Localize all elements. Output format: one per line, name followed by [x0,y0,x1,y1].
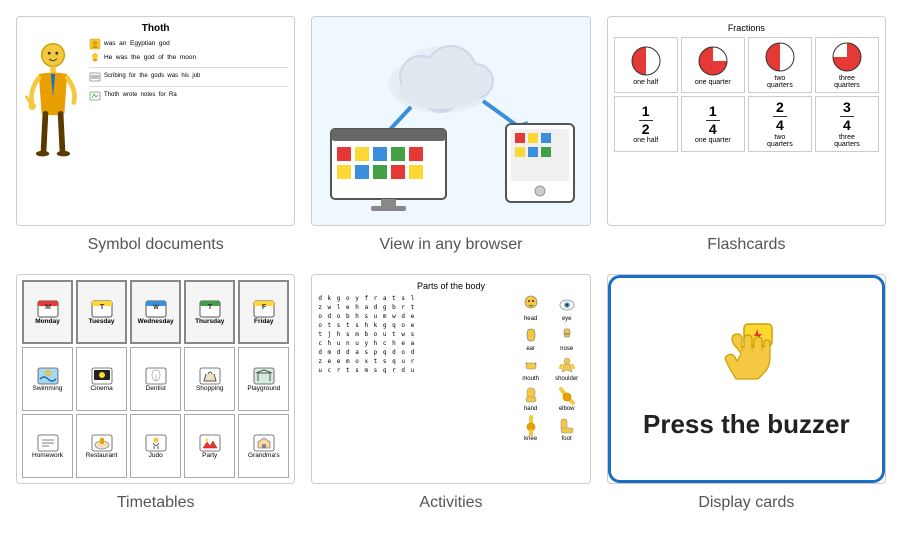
tt-cell-dentist: Dentist [130,347,181,411]
svg-text:W: W [153,305,159,311]
card-flashcards[interactable]: Fractions one half [607,16,886,254]
tt-cell-cinema: Cinema [76,347,127,411]
tt-cell-shopping: Shopping [184,347,235,411]
tt-cell-playground: Playground [238,347,289,411]
act-title: Parts of the body [318,281,583,291]
card-display-cards-image: Press the buzzer [607,274,886,484]
main-grid: Thoth [16,16,886,512]
fc-cell-half-num: 1 2 one half [614,96,678,152]
tt-cell-judo: Judo [130,414,181,478]
card-symbol-documents[interactable]: Thoth [16,16,295,254]
tt-cell-restaurant: Restaurant [76,414,127,478]
tt-header-thursday: T Thursday [184,280,235,344]
card-activities[interactable]: Parts of the body d k g o y f r a t s l … [311,274,590,512]
fc-cell-quarter-num: 1 4 one quarter [681,96,745,152]
tt-header-monday: M Monday [22,280,73,344]
fc-cell-three-quarters-num: 3 4 threequarters [815,96,879,152]
card-view-browser[interactable]: View in any browser [311,16,590,254]
wordsearch-grid: d k g o y f r a t s l z w l e h a d g b … [318,294,509,442]
buzzer-text: Press the buzzer [643,409,850,440]
card-symbol-documents-image: Thoth [16,16,295,226]
svg-text:F: F [262,304,267,311]
card-symbol-documents-label: Symbol documents [88,236,224,254]
fc-cell-two-quarters: twoquarters [748,37,812,93]
card-view-browser-label: View in any browser [380,236,523,254]
card-display-cards[interactable]: Press the buzzer Display cards [607,274,886,512]
tt-cell-swimming: Swimming [22,347,73,411]
card-view-browser-image [311,16,590,226]
tt-header-friday: F Friday [238,280,289,344]
card-activities-image: Parts of the body d k g o y f r a t s l … [311,274,590,484]
card-timetables[interactable]: M Monday T Tuesday W Wednesday T Thursda… [16,274,295,512]
fc-rows: one half one quarter [614,37,879,152]
tt-header-wednesday: W Wednesday [130,280,181,344]
person-figure-icon [23,38,83,218]
card-flashcards-label: Flashcards [707,236,785,254]
sym-doc-title: Thoth [23,23,288,34]
card-display-cards-label: Display cards [698,494,794,512]
card-timetables-label: Timetables [117,494,195,512]
tt-header-tuesday: T Tuesday [76,280,127,344]
card-flashcards-image: Fractions one half [607,16,886,226]
svg-text:T: T [208,304,213,311]
card-activities-label: Activities [419,494,482,512]
buzzer-hand-icon [706,319,786,399]
card-timetables-image: M Monday T Tuesday W Wednesday T Thursda… [16,274,295,484]
fc-cell-two-quarters-num: 2 4 twoquarters [748,96,812,152]
fc-cell-one-quarter: one quarter [681,37,745,93]
fc-title: Fractions [614,23,879,33]
body-parts-grid: head eye ear nose [514,294,584,442]
svg-text:T: T [99,304,104,311]
svg-text:M: M [45,304,51,311]
tt-cell-homework: Homework [22,414,73,478]
sym-text-content: was an Egyptian god He was the god of th… [89,38,288,218]
tt-cell-grandmas: Grandma's [238,414,289,478]
browser-scene-svg [321,29,581,214]
tt-cell-party: Party [184,414,235,478]
fc-cell-three-quarters: threequarters [815,37,879,93]
fc-cell-one-half: one half [614,37,678,93]
